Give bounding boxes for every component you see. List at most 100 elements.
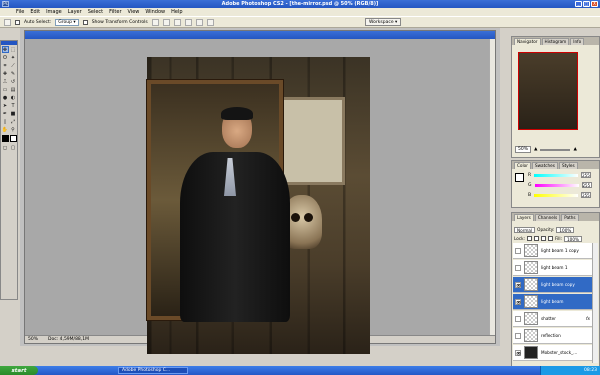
- layer-row[interactable]: 👁 light beam copy: [513, 277, 593, 293]
- menu-view[interactable]: View: [128, 9, 140, 15]
- minimize-button[interactable]: _: [575, 1, 582, 7]
- history-brush-icon[interactable]: ↺: [10, 79, 17, 86]
- opacity-field[interactable]: 100%: [556, 226, 575, 233]
- layers-scrollbar[interactable]: [592, 243, 598, 363]
- close-button[interactable]: X: [591, 1, 598, 7]
- auto-select-checkbox[interactable]: [15, 19, 20, 25]
- menu-file[interactable]: File: [16, 9, 24, 15]
- background-color-icon[interactable]: [9, 134, 17, 142]
- menu-help[interactable]: Help: [171, 9, 182, 15]
- g-value-field[interactable]: 255: [581, 182, 592, 188]
- path-selection-icon[interactable]: ➤: [2, 103, 9, 110]
- fill-field[interactable]: 100%: [563, 235, 582, 242]
- marquee-tool-icon[interactable]: ⬚: [10, 47, 17, 54]
- shape-tool-icon[interactable]: ■: [10, 111, 17, 118]
- lock-transparency-icon[interactable]: [526, 236, 532, 241]
- move-tool-preset-icon[interactable]: [4, 18, 11, 26]
- menu-window[interactable]: Window: [145, 9, 165, 15]
- zoom-tool-icon[interactable]: ⚲: [10, 127, 17, 134]
- eraser-tool-icon[interactable]: ▭: [2, 87, 9, 94]
- tab-styles[interactable]: Styles: [558, 162, 578, 169]
- lock-position-icon[interactable]: [540, 236, 546, 241]
- notes-tool-icon[interactable]: ▯: [2, 119, 9, 126]
- layer-row[interactable]: 👁 Mobster_stock_...: [513, 345, 593, 361]
- lock-pixels-icon[interactable]: [533, 236, 539, 241]
- tab-channels[interactable]: Channels: [534, 214, 561, 221]
- eyedropper-icon[interactable]: ⤢: [10, 119, 17, 126]
- start-button[interactable]: start: [0, 366, 38, 375]
- doc-size: Doc: 4,59M/88,1M: [48, 337, 89, 342]
- tab-layers[interactable]: Layers: [514, 214, 534, 221]
- fx-icon[interactable]: fx: [586, 316, 590, 321]
- foreground-color-icon[interactable]: [1, 134, 9, 142]
- visibility-toggle[interactable]: [515, 332, 521, 339]
- align-center-icon[interactable]: [195, 18, 203, 26]
- tab-info[interactable]: Info: [570, 38, 585, 45]
- eye-icon[interactable]: 👁: [515, 349, 521, 356]
- hand-tool-icon[interactable]: ✋: [2, 127, 9, 134]
- layer-row[interactable]: reflection: [513, 328, 593, 344]
- b-value-field[interactable]: 255: [581, 192, 592, 198]
- menu-layer[interactable]: Layer: [68, 9, 82, 15]
- r-value-field[interactable]: 255: [581, 172, 592, 178]
- eye-icon[interactable]: 👁: [515, 281, 521, 288]
- visibility-toggle[interactable]: [515, 315, 521, 322]
- menu-edit[interactable]: Edit: [30, 9, 40, 15]
- r-slider[interactable]: [534, 173, 579, 177]
- menu-filter[interactable]: Filter: [109, 9, 121, 15]
- align-left-icon[interactable]: [184, 18, 192, 26]
- navigator-zoom-value[interactable]: 50%: [515, 146, 532, 153]
- show-transform-checkbox[interactable]: [82, 19, 88, 25]
- layer-row[interactable]: 👁 light beam: [513, 294, 593, 310]
- brush-tool-icon[interactable]: ✎: [10, 71, 17, 78]
- clone-stamp-icon[interactable]: ⎍: [2, 79, 9, 86]
- healing-brush-icon[interactable]: ✚: [2, 71, 9, 78]
- lasso-tool-icon[interactable]: ʘ: [2, 55, 9, 62]
- auto-select-dropdown[interactable]: Group ▾: [55, 18, 79, 26]
- blend-mode-dropdown[interactable]: Normal: [514, 226, 536, 233]
- zoom-out-icon[interactable]: ▲: [534, 147, 537, 152]
- dodge-tool-icon[interactable]: ◐: [10, 95, 17, 102]
- layer-row[interactable]: light beam 1: [513, 260, 593, 276]
- tab-color[interactable]: Color: [514, 162, 531, 169]
- zoom-slider[interactable]: [540, 148, 571, 151]
- layer-row[interactable]: light beam 1 copy: [513, 243, 593, 259]
- crop-tool-icon[interactable]: ⌗: [2, 63, 9, 70]
- g-slider[interactable]: [534, 183, 579, 187]
- tab-swatches[interactable]: Swatches: [531, 162, 558, 169]
- foreground-swatch[interactable]: [515, 173, 524, 182]
- align-right-icon[interactable]: [206, 18, 214, 26]
- layer-row[interactable]: shatter fx: [513, 311, 593, 327]
- tab-paths[interactable]: Paths: [561, 214, 579, 221]
- type-tool-icon[interactable]: T: [10, 103, 17, 110]
- pen-tool-icon[interactable]: ✒: [2, 111, 9, 118]
- zoom-level[interactable]: 50%: [28, 337, 38, 342]
- slice-tool-icon[interactable]: ⟋: [10, 63, 17, 70]
- lock-all-icon[interactable]: [547, 236, 553, 241]
- tab-navigator[interactable]: Navigator: [514, 38, 541, 45]
- align-bottom-icon[interactable]: [173, 18, 181, 26]
- eye-icon[interactable]: 👁: [515, 298, 521, 305]
- align-middle-icon[interactable]: [162, 18, 170, 26]
- b-slider[interactable]: [534, 193, 579, 197]
- maximize-button[interactable]: □: [583, 1, 590, 7]
- visibility-toggle[interactable]: [515, 264, 521, 271]
- align-top-icon[interactable]: [151, 18, 159, 26]
- vertical-scrollbar[interactable]: [489, 39, 495, 335]
- navigator-thumbnail[interactable]: [518, 52, 578, 130]
- move-tool-icon[interactable]: ✥: [1, 45, 9, 53]
- workspace-button[interactable]: Workspace ▾: [365, 18, 402, 26]
- magic-wand-icon[interactable]: ✦: [10, 55, 17, 62]
- zoom-in-icon[interactable]: ▲: [573, 147, 576, 152]
- menu-select[interactable]: Select: [88, 9, 103, 15]
- window-controls: _ □ X: [575, 1, 598, 7]
- visibility-toggle[interactable]: [515, 247, 521, 254]
- screen-mode-icon[interactable]: ▢: [10, 145, 17, 152]
- blur-tool-icon[interactable]: ●: [2, 95, 9, 102]
- taskbar-item-photoshop[interactable]: Adobe Photoshop C...: [118, 367, 188, 374]
- navigator-panel: Navigator Histogram Info 50% ▲ ▲: [511, 36, 600, 158]
- tab-histogram[interactable]: Histogram: [541, 38, 570, 45]
- quick-mask-icon[interactable]: ◻: [2, 145, 9, 152]
- menu-image[interactable]: Image: [46, 9, 62, 15]
- gradient-tool-icon[interactable]: ▤: [10, 87, 17, 94]
